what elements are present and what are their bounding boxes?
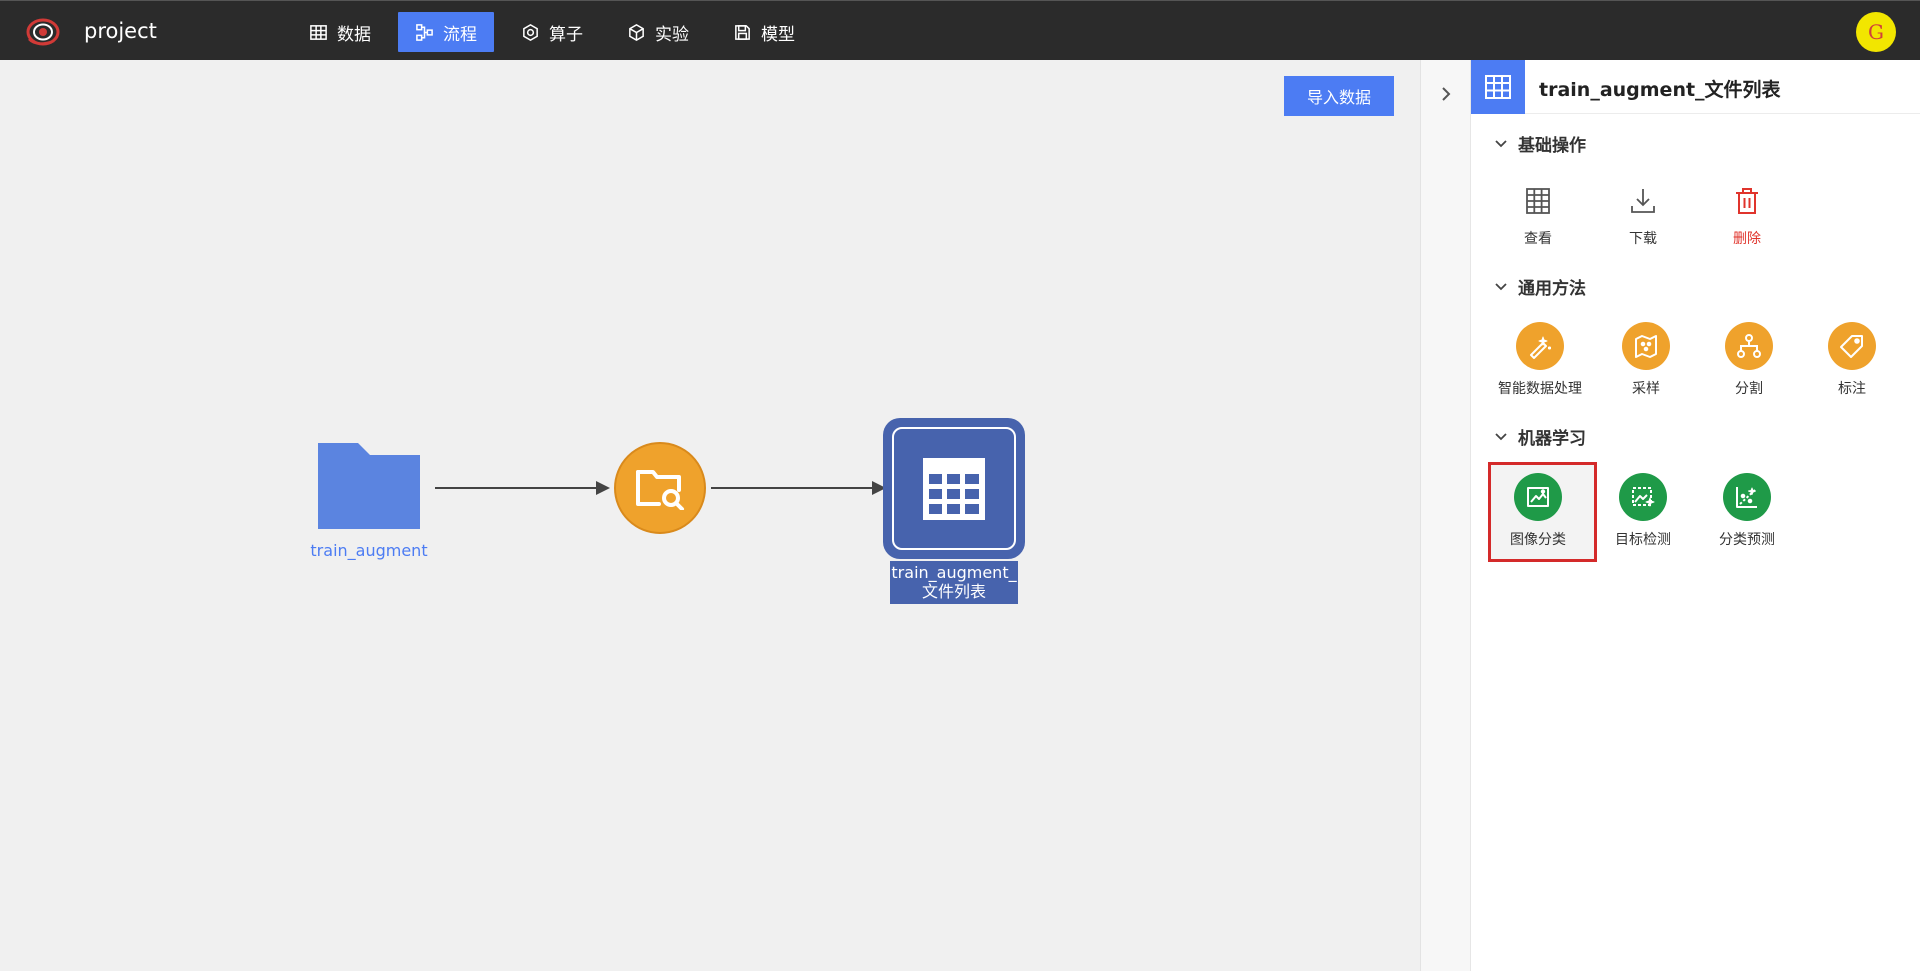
section-basic-ops[interactable]: 基础操作 xyxy=(1494,131,1586,156)
folder-search-icon xyxy=(636,470,684,510)
edge-operator-to-dataset xyxy=(711,487,873,489)
op-annotate-circle xyxy=(1828,322,1876,370)
image-classify-icon xyxy=(1527,487,1549,507)
nav-model[interactable]: 模型 xyxy=(716,12,812,52)
op-object-detection-circle xyxy=(1619,473,1667,521)
op-classification-prediction[interactable]: 分类预测 xyxy=(1697,473,1797,549)
section-machine-learning[interactable]: 机器学习 xyxy=(1494,424,1586,449)
nav-experiment[interactable]: 实验 xyxy=(610,12,706,52)
app-logo-icon[interactable] xyxy=(26,17,60,47)
map-icon xyxy=(1635,335,1657,358)
main-nav: 数据 流程 算子 实验 模型 xyxy=(292,12,812,52)
section-general-methods[interactable]: 通用方法 xyxy=(1494,274,1586,299)
op-smart-circle xyxy=(1516,322,1564,370)
op-sampling[interactable]: 采样 xyxy=(1596,322,1696,398)
op-split[interactable]: 分割 xyxy=(1699,322,1799,398)
magic-wand-icon xyxy=(1530,336,1551,359)
arrow-head xyxy=(596,481,610,495)
nav-experiment-label: 实验 xyxy=(655,24,689,45)
section-machine-learning-title: 机器学习 xyxy=(1518,429,1586,449)
op-delete-label: 删除 xyxy=(1733,231,1761,247)
trash-icon xyxy=(1736,188,1758,214)
split-icon xyxy=(1737,334,1761,358)
arrow-head xyxy=(872,481,886,495)
op-view-label: 查看 xyxy=(1524,231,1552,247)
chevron-right-icon[interactable] xyxy=(1437,82,1455,106)
top-bar: project 数据 流程 算子 实验 模型 G xyxy=(0,0,1920,60)
op-smart-label: 智能数据处理 xyxy=(1498,381,1582,397)
nav-model-label: 模型 xyxy=(761,24,795,45)
nav-data-label: 数据 xyxy=(337,24,371,45)
panel-title: train_augment_文件列表 xyxy=(1539,79,1781,101)
table-icon xyxy=(1526,188,1550,214)
op-classification-prediction-label: 分类预测 xyxy=(1719,532,1775,548)
op-image-classification-circle xyxy=(1514,473,1562,521)
user-avatar[interactable]: G xyxy=(1856,12,1896,52)
op-smart-data-processing[interactable]: 智能数据处理 xyxy=(1490,322,1590,398)
op-split-circle xyxy=(1725,322,1773,370)
op-view[interactable]: 查看 xyxy=(1488,184,1588,248)
nav-flow[interactable]: 流程 xyxy=(398,12,494,52)
chevron-down-icon xyxy=(1495,139,1507,147)
object-detect-icon xyxy=(1632,487,1655,507)
op-object-detection[interactable]: 目标检测 xyxy=(1593,473,1693,549)
scatter-predict-icon xyxy=(1736,487,1757,508)
dataset-label-line2: 文件列表 xyxy=(921,582,986,601)
dataset-node-label[interactable]: train_augment_ 文件列表 xyxy=(890,561,1018,604)
table-icon xyxy=(310,24,327,40)
chevron-down-icon xyxy=(1495,432,1507,440)
panel-header: train_augment_文件列表 xyxy=(1471,60,1920,114)
op-annotate-label: 标注 xyxy=(1838,381,1866,397)
op-image-classification-label: 图像分类 xyxy=(1510,532,1566,548)
nav-operator-label: 算子 xyxy=(549,24,583,45)
tag-icon xyxy=(1840,335,1863,358)
project-name[interactable]: project xyxy=(84,19,157,43)
dataset-label-line1: train_augment_ xyxy=(891,563,1017,582)
op-sampling-circle xyxy=(1622,322,1670,370)
op-sampling-label: 采样 xyxy=(1632,381,1660,397)
import-data-button[interactable]: 导入数据 xyxy=(1284,76,1394,116)
op-delete[interactable]: 删除 xyxy=(1697,184,1797,248)
hexagon-icon xyxy=(523,23,538,41)
panel-table-icon-box xyxy=(1471,60,1525,114)
op-download-label: 下载 xyxy=(1629,231,1657,247)
nav-data[interactable]: 数据 xyxy=(292,12,388,52)
flow-canvas[interactable]: 导入数据 train_augment train_augment_ 文件列表 xyxy=(0,60,1420,971)
edge-folder-to-operator xyxy=(435,487,597,489)
download-icon xyxy=(1631,189,1655,213)
operator-node[interactable] xyxy=(614,442,706,534)
flow-icon xyxy=(416,23,433,41)
op-object-detection-label: 目标检测 xyxy=(1615,532,1671,548)
op-classification-prediction-circle xyxy=(1723,473,1771,521)
dataset-node[interactable] xyxy=(886,421,1022,556)
nav-operator[interactable]: 算子 xyxy=(504,12,600,52)
save-icon xyxy=(735,24,750,40)
folder-node-icon[interactable] xyxy=(318,443,420,529)
section-general-methods-title: 通用方法 xyxy=(1518,279,1586,299)
panel-collapse-strip xyxy=(1420,60,1470,971)
chevron-down-icon xyxy=(1495,282,1507,290)
op-split-label: 分割 xyxy=(1735,381,1763,397)
folder-node-label[interactable]: train_augment xyxy=(300,541,438,560)
op-annotate[interactable]: 标注 xyxy=(1802,322,1902,398)
nav-flow-label: 流程 xyxy=(443,24,477,45)
table-icon xyxy=(1485,75,1511,99)
section-basic-ops-title: 基础操作 xyxy=(1518,136,1586,156)
op-image-classification[interactable]: 图像分类 xyxy=(1488,473,1588,549)
cube-icon xyxy=(629,23,644,41)
op-download[interactable]: 下载 xyxy=(1593,184,1693,248)
